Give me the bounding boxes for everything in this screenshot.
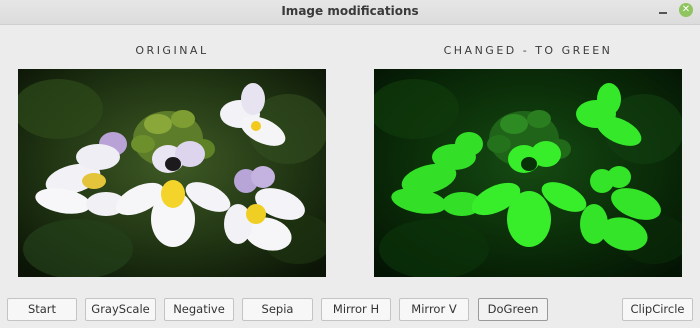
grayscale-button[interactable]: GrayScale	[85, 298, 156, 321]
app-window: Image modifications ✕ ORIGINAL CHANGED -…	[0, 0, 700, 328]
clipcircle-button[interactable]: ClipCircle	[622, 298, 693, 321]
start-button[interactable]: Start	[7, 298, 77, 321]
dogreen-button[interactable]: DoGreen	[478, 298, 548, 321]
original-label: ORIGINAL	[135, 44, 209, 57]
changed-label: CHANGED - TO GREEN	[443, 44, 613, 57]
negative-button[interactable]: Negative	[164, 298, 234, 321]
original-image	[18, 69, 326, 277]
mirror-v-button[interactable]: Mirror V	[399, 298, 469, 321]
title-bar: Image modifications ✕	[0, 0, 700, 25]
changed-image	[374, 69, 682, 277]
window-title: Image modifications	[281, 4, 419, 18]
sepia-button[interactable]: Sepia	[242, 298, 313, 321]
minimize-icon[interactable]	[657, 3, 671, 17]
mirror-h-button[interactable]: Mirror H	[321, 298, 391, 321]
close-icon[interactable]: ✕	[679, 3, 693, 17]
